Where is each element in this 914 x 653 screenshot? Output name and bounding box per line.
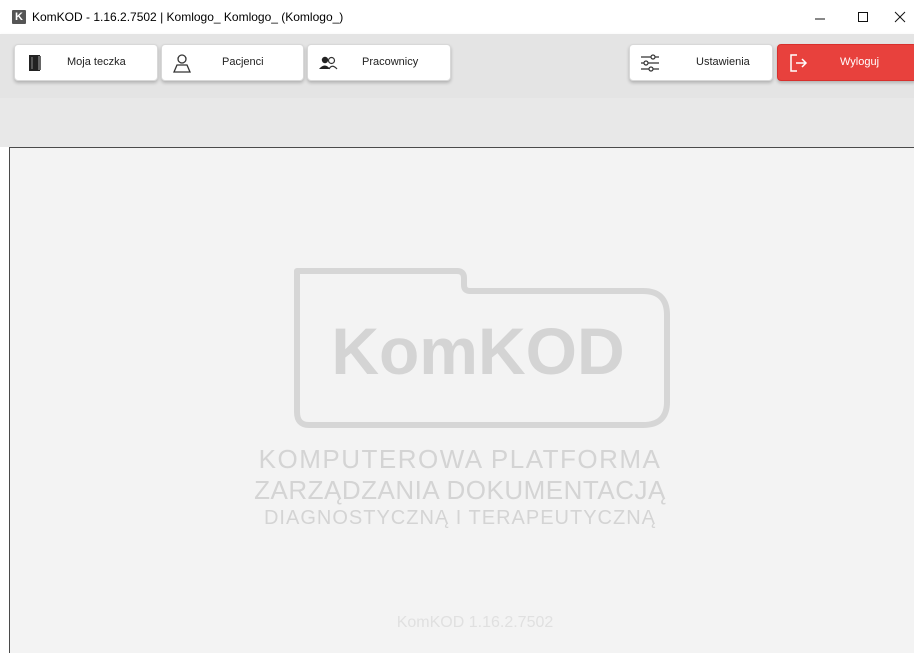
maximize-button[interactable] xyxy=(843,4,883,30)
main-content-panel: KomKOD KOMPUTEROWA PLATFORMA ZARZĄDZANIA… xyxy=(9,147,914,653)
folder-icon xyxy=(29,55,41,71)
logo-text: KomKOD xyxy=(331,314,624,388)
moja-teczka-label: Moja teczka xyxy=(67,56,126,68)
app-icon: K xyxy=(12,10,26,24)
minimize-icon xyxy=(815,18,825,20)
pacjenci-label: Pacjenci xyxy=(222,56,264,68)
moja-teczka-button[interactable]: Moja teczka xyxy=(14,44,158,81)
sliders-icon xyxy=(641,54,659,72)
ustawienia-label: Ustawienia xyxy=(696,56,750,68)
header-band xyxy=(0,98,914,147)
people-icon xyxy=(319,56,338,70)
subtitle-line-3: DIAGNOSTYCZNĄ I TERAPEUTYCZNĄ xyxy=(263,507,656,529)
person-icon xyxy=(173,54,191,73)
wyloguj-label: Wyloguj xyxy=(840,56,880,68)
window-title: KomKOD - 1.16.2.7502 | Komlogo_ Komlogo_… xyxy=(32,10,344,24)
version-label: KomKOD 1.16.2.7502 xyxy=(396,614,554,631)
subtitle-line-2: ZARZĄDZANIA DOKUMENTACJĄ xyxy=(254,475,666,505)
pacjenci-button[interactable]: Pacjenci xyxy=(161,44,304,81)
maximize-icon xyxy=(858,12,868,22)
subtitle-line-1: KOMPUTEROWA PLATFORMA xyxy=(258,444,662,474)
title-bar[interactable]: K KomKOD - 1.16.2.7502 | Komlogo_ Komlog… xyxy=(0,0,914,34)
close-button[interactable] xyxy=(880,4,914,30)
minimize-button[interactable] xyxy=(800,4,840,30)
ustawienia-button[interactable]: Ustawienia xyxy=(629,44,773,81)
logout-icon xyxy=(790,54,808,72)
pracownicy-label: Pracownicy xyxy=(362,56,419,68)
pracownicy-button[interactable]: Pracownicy xyxy=(307,44,451,81)
wyloguj-button[interactable]: Wyloguj xyxy=(777,44,914,81)
close-icon xyxy=(894,11,906,23)
komkod-logo: KomKOD xyxy=(294,268,670,428)
app-window: K KomKOD - 1.16.2.7502 | Komlogo_ Komlog… xyxy=(0,0,914,653)
main-toolbar: Moja teczka Pacjenci Pracownicy Ustawien… xyxy=(0,34,914,99)
